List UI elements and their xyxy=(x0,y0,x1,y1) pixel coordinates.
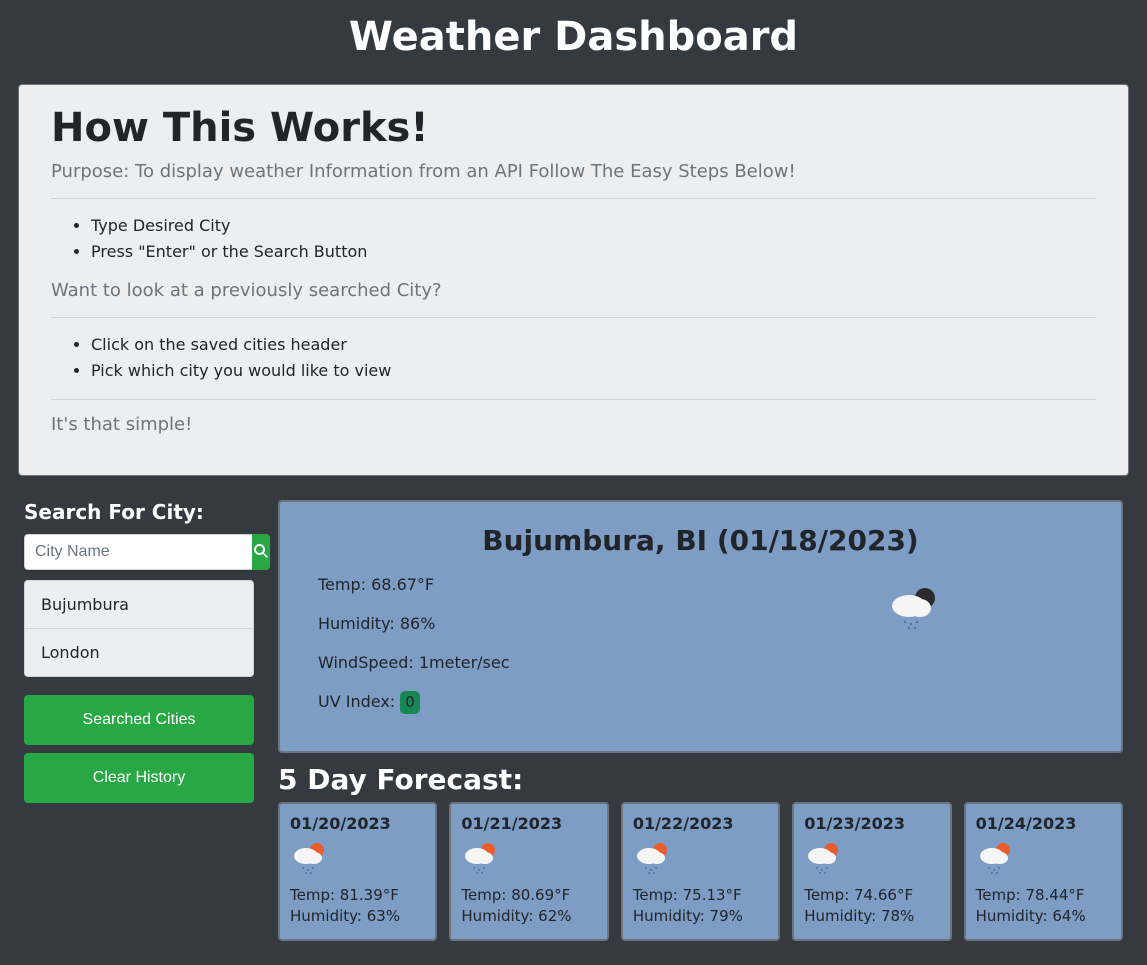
forecast-humidity: Humidity: 62% xyxy=(461,906,596,927)
sun-cloud-rain-icon xyxy=(633,841,768,875)
instructions-heading: How This Works! xyxy=(51,105,1096,151)
search-label: Search For City: xyxy=(24,500,254,524)
moon-cloud-rain-icon xyxy=(885,584,941,632)
current-humidity: Humidity: 86% xyxy=(318,614,1097,633)
forecast-temp: Temp: 75.13°F xyxy=(633,885,768,906)
forecast-card: 01/23/2023 Temp: 74.66°F Humidity: 78% xyxy=(792,802,951,941)
sun-cloud-rain-icon xyxy=(290,841,425,875)
list-item: Press "Enter" or the Search Button xyxy=(91,239,1096,265)
city-search-input[interactable] xyxy=(24,534,252,570)
divider xyxy=(51,317,1096,318)
main-panel: Bujumbura, BI (01/18/2023) Temp: 68.67°F… xyxy=(278,500,1123,941)
divider xyxy=(51,198,1096,199)
forecast-humidity: Humidity: 63% xyxy=(290,906,425,927)
uv-badge: 0 xyxy=(400,691,420,714)
current-windspeed: WindSpeed: 1meter/sec xyxy=(318,653,1097,672)
forecast-date: 01/21/2023 xyxy=(461,814,596,833)
forecast-temp: Temp: 81.39°F xyxy=(290,885,425,906)
instructions-prev-heading: Want to look at a previously searched Ci… xyxy=(51,280,1096,301)
forecast-humidity: Humidity: 64% xyxy=(976,906,1111,927)
forecast-date: 01/24/2023 xyxy=(976,814,1111,833)
forecast-temp: Temp: 74.66°F xyxy=(804,885,939,906)
instructions-steps-2: Click on the saved cities header Pick wh… xyxy=(91,332,1096,383)
divider xyxy=(51,399,1096,400)
list-item: Click on the saved cities header xyxy=(91,332,1096,358)
sidebar: Search For City: Bujumbura London Search… xyxy=(24,500,254,811)
search-history-list: Bujumbura London xyxy=(24,580,254,677)
list-item: Pick which city you would like to view xyxy=(91,358,1096,384)
searched-cities-button[interactable]: Searched Cities xyxy=(24,695,254,745)
current-uv: UV Index: 0 xyxy=(318,692,1097,711)
current-temp: Temp: 68.67°F xyxy=(318,575,1097,594)
sun-cloud-rain-icon xyxy=(976,841,1111,875)
current-heading: Bujumbura, BI (01/18/2023) xyxy=(304,524,1097,557)
sun-cloud-rain-icon xyxy=(804,841,939,875)
forecast-temp: Temp: 78.44°F xyxy=(976,885,1111,906)
forecast-humidity: Humidity: 79% xyxy=(633,906,768,927)
forecast-temp: Temp: 80.69°F xyxy=(461,885,596,906)
sun-cloud-rain-icon xyxy=(461,841,596,875)
instructions-card: How This Works! Purpose: To display weat… xyxy=(18,84,1129,476)
forecast-title: 5 Day Forecast: xyxy=(278,763,1123,796)
forecast-card: 01/22/2023 Temp: 75.13°F Humidity: 79% xyxy=(621,802,780,941)
search-button[interactable] xyxy=(252,534,270,570)
history-item[interactable]: Bujumbura xyxy=(25,581,253,629)
forecast-date: 01/20/2023 xyxy=(290,814,425,833)
forecast-card: 01/20/2023 Temp: 81.39°F Humidity: 63% xyxy=(278,802,437,941)
clear-history-button[interactable]: Clear History xyxy=(24,753,254,803)
instructions-closing: It's that simple! xyxy=(51,414,1096,435)
forecast-date: 01/22/2023 xyxy=(633,814,768,833)
instructions-purpose: Purpose: To display weather Information … xyxy=(51,161,1096,182)
search-icon xyxy=(253,543,269,562)
history-item[interactable]: London xyxy=(25,629,253,676)
forecast-date: 01/23/2023 xyxy=(804,814,939,833)
instructions-steps-1: Type Desired City Press "Enter" or the S… xyxy=(91,213,1096,264)
forecast-card: 01/24/2023 Temp: 78.44°F Humidity: 64% xyxy=(964,802,1123,941)
current-weather-card: Bujumbura, BI (01/18/2023) Temp: 68.67°F… xyxy=(278,500,1123,753)
page-title: Weather Dashboard xyxy=(0,0,1147,78)
forecast-card: 01/21/2023 Temp: 80.69°F Humidity: 62% xyxy=(449,802,608,941)
list-item: Type Desired City xyxy=(91,213,1096,239)
forecast-humidity: Humidity: 78% xyxy=(804,906,939,927)
forecast-row: 01/20/2023 Temp: 81.39°F Humidity: 63% 0… xyxy=(278,802,1123,941)
